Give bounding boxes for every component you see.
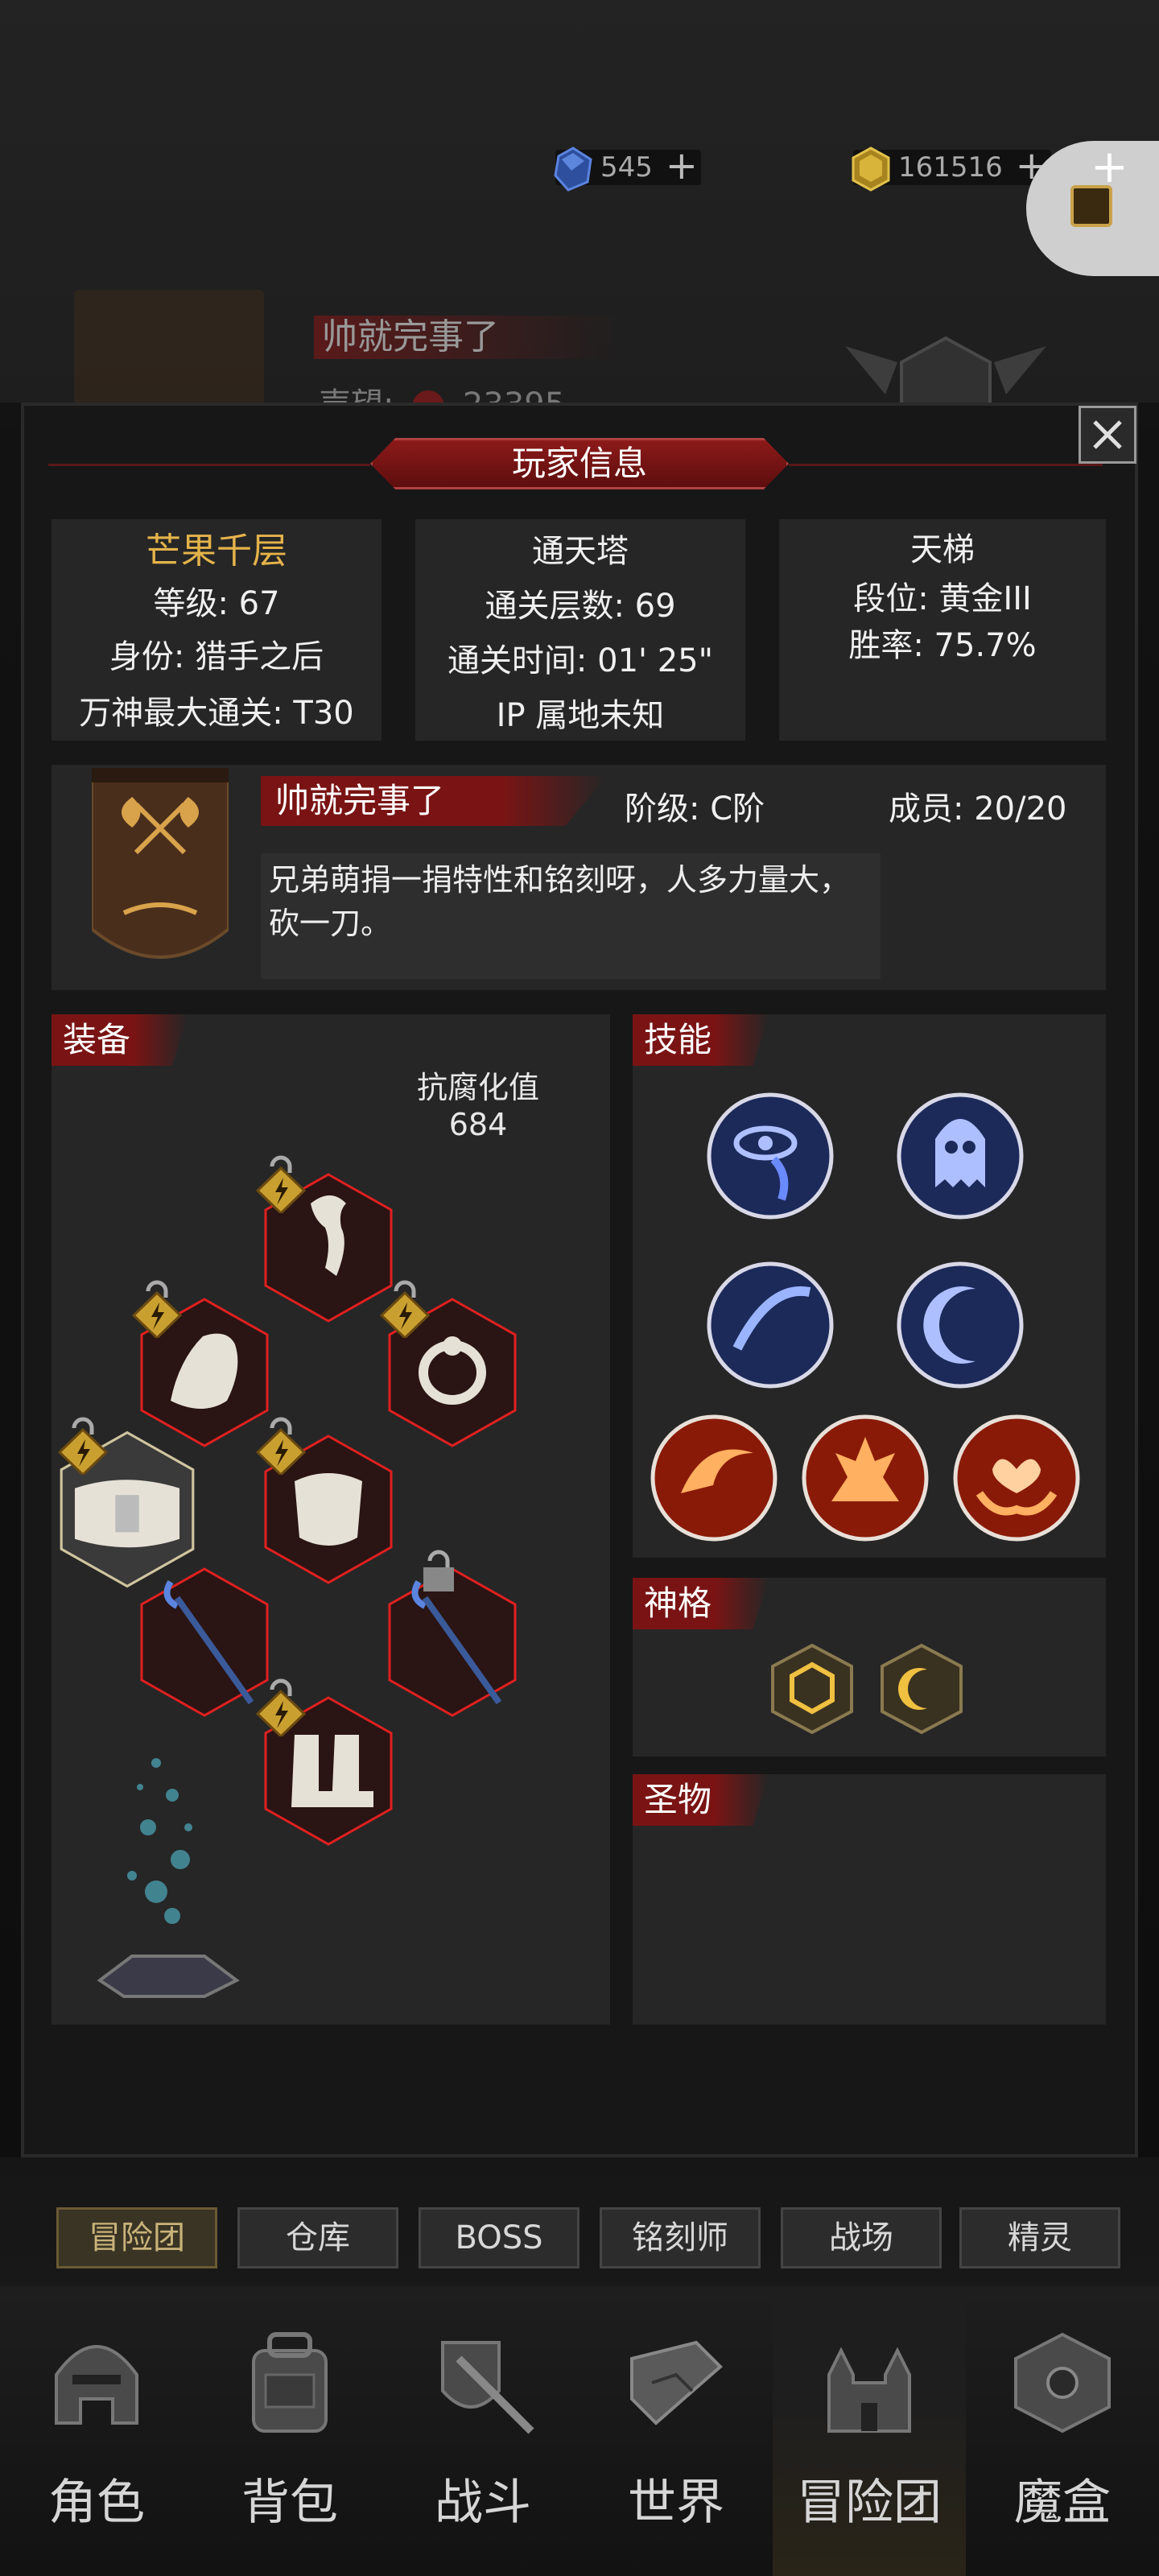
subtab-spirit[interactable]: 精灵 xyxy=(959,2207,1120,2268)
pantheon-max: 万神最大通关: T30 xyxy=(79,695,354,732)
subtab-battlefield[interactable]: 战场 xyxy=(781,2207,942,2268)
divinity-label: 神格 xyxy=(633,1578,769,1629)
tower-title: 通天塔 xyxy=(532,533,629,570)
relics-label: 圣物 xyxy=(633,1774,769,1826)
nav-battle[interactable]: 战斗 xyxy=(386,2286,580,2576)
blue-crystal-icon xyxy=(554,147,592,192)
lightning-lock-icon xyxy=(255,1678,307,1736)
title-divider-right xyxy=(789,464,1103,466)
subtab-boss[interactable]: BOSS xyxy=(419,2207,580,2268)
skills-label: 技能 xyxy=(633,1014,769,1066)
gem-count: 545 xyxy=(600,151,653,184)
divinity-cube-icon[interactable] xyxy=(769,1642,855,1736)
corrosion-value: 684 xyxy=(448,1107,508,1142)
map-scroll-icon xyxy=(630,2340,723,2425)
nav-label-adventure-group: 冒险团 xyxy=(797,2475,942,2531)
gold-count: 161516 xyxy=(898,151,1003,184)
skill-slash-icon[interactable] xyxy=(705,1260,835,1390)
guild-tier: 阶级: C阶 xyxy=(625,791,765,828)
nav-label-character: 角色 xyxy=(48,2475,145,2531)
subtab-adventure-group[interactable]: 冒险团 xyxy=(56,2207,217,2268)
sword-shield-icon xyxy=(441,2341,534,2434)
equipment-panel: 装备 抗腐化值 684 xyxy=(52,1014,610,2025)
gold-currency[interactable]: 161516 + xyxy=(852,145,1051,192)
divinity-panel: 神格 xyxy=(633,1578,1106,1757)
divinity-moon-icon[interactable] xyxy=(879,1642,964,1736)
gem-currency[interactable]: 545 + xyxy=(554,145,701,192)
subtab-warehouse[interactable]: 仓库 xyxy=(237,2207,398,2268)
close-icon xyxy=(1093,420,1122,449)
backpack-icon xyxy=(252,2332,328,2433)
nav-label-battle: 战斗 xyxy=(435,2475,531,2531)
skill-heart-hands-icon[interactable] xyxy=(951,1413,1082,1543)
ladder-card: 天梯 段位: 黄金III 胜率: 75.7% xyxy=(779,519,1106,741)
guild-banner-icon xyxy=(92,768,229,959)
skill-fire-warrior-icon[interactable] xyxy=(800,1413,930,1543)
equipment-label: 装备 xyxy=(52,1014,188,1066)
ladder-win-rate: 胜率: 75.7% xyxy=(848,627,1037,664)
equip-slot-weapon-left[interactable] xyxy=(138,1566,270,1719)
guild-row[interactable]: 帅就完事了 阶级: C阶 成员: 20/20 兄弟萌捐一捐特性和铭刻呀，人多力量… xyxy=(52,765,1106,990)
tower-clear-time: 通关时间: 01' 25" xyxy=(447,642,714,679)
corrosion-resistance: 抗腐化值 684 xyxy=(373,1069,583,1143)
player-level: 等级: 67 xyxy=(153,585,280,622)
close-button[interactable] xyxy=(1079,406,1136,464)
skill-crescent-icon[interactable] xyxy=(895,1260,1025,1390)
tower-card: 通天塔 通关层数: 69 通关时间: 01' 25" IP 属地未知 xyxy=(415,519,745,741)
gold-crystal-icon xyxy=(852,147,890,192)
nav-label-backpack: 背包 xyxy=(241,2475,338,2531)
nav-backpack[interactable]: 背包 xyxy=(193,2286,386,2576)
guild-name: 帅就完事了 xyxy=(261,776,607,826)
lock-icon xyxy=(423,1550,454,1591)
tower-floors: 通关层数: 69 xyxy=(485,588,676,625)
ladder-title: 天梯 xyxy=(910,531,975,568)
nav-world[interactable]: 世界 xyxy=(580,2286,773,2576)
player-identity: 身份: 猎手之后 xyxy=(109,638,324,675)
subtab-engraver[interactable]: 铭刻师 xyxy=(600,2207,761,2268)
nav-label-world: 世界 xyxy=(628,2475,724,2531)
relics-panel: 圣物 xyxy=(633,1774,1106,2025)
modal-title-plate: 玩家信息 xyxy=(354,435,805,493)
nav-character[interactable]: 角色 xyxy=(0,2286,193,2576)
player-card: 芒果千层 等级: 67 身份: 猎手之后 万神最大通关: T30 xyxy=(52,519,382,741)
background-profile-name: 帅就完事了 xyxy=(314,316,620,359)
ladder-rank: 段位: 黄金III xyxy=(853,580,1032,617)
side-quick-tab[interactable]: + xyxy=(1026,141,1159,276)
add-gems-icon[interactable]: + xyxy=(666,147,698,185)
magic-cube-icon xyxy=(1014,2332,1111,2434)
lightning-lock-icon xyxy=(255,1155,307,1213)
skill-eye-icon[interactable] xyxy=(705,1091,835,1221)
ip-location: IP 属地未知 xyxy=(496,697,665,734)
bottom-navigation: 角色 背包 战斗 世界 冒险团 魔盒 xyxy=(0,2286,1159,2576)
lightning-lock-icon xyxy=(57,1417,109,1475)
nav-adventure-group[interactable]: 冒险团 xyxy=(773,2286,966,2576)
skill-ghost-icon[interactable] xyxy=(895,1091,1025,1221)
skills-panel: 技能 xyxy=(633,1014,1106,1558)
castle-icon xyxy=(827,2347,911,2433)
nav-magic-box[interactable]: 魔盒 xyxy=(966,2286,1159,2576)
modal-title: 玩家信息 xyxy=(511,444,647,483)
guild-description: 兄弟萌捐一捐特性和铭刻呀，人多力量大，砍一刀。 xyxy=(261,853,881,979)
title-divider-left xyxy=(48,464,370,466)
lightning-lock-icon xyxy=(255,1417,307,1475)
spirit-pedestal-icon xyxy=(97,1758,240,1998)
skill-flame-swirl-icon[interactable] xyxy=(649,1413,779,1543)
lightning-lock-icon xyxy=(379,1280,431,1338)
coin-icon xyxy=(1070,185,1112,227)
player-name: 芒果千层 xyxy=(146,530,287,572)
subtab-bar: 冒险团 仓库 BOSS 铭刻师 战场 精灵 xyxy=(0,2198,1159,2270)
corrosion-label: 抗腐化值 xyxy=(416,1070,539,1105)
lightning-lock-icon xyxy=(131,1280,183,1338)
nav-label-magic-box: 魔盒 xyxy=(1014,2475,1111,2531)
helmet-icon xyxy=(55,2345,138,2425)
guild-members: 成员: 20/20 xyxy=(889,791,1067,828)
